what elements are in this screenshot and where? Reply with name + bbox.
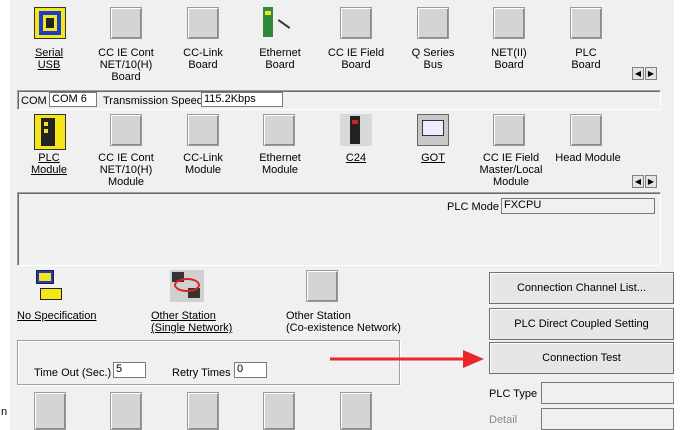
speed-label: Transmission Speed: [103, 95, 203, 107]
plc-type-field[interactable]: [541, 382, 674, 404]
c24-icon[interactable]: [340, 114, 372, 146]
blank-icon[interactable]: [263, 392, 295, 430]
retry-label: Retry Times: [172, 367, 231, 379]
blank-icon[interactable]: [340, 392, 372, 430]
pc-item-label-2[interactable]: CC-Link Board: [173, 47, 233, 71]
blank-icon[interactable]: [306, 270, 338, 302]
blank-icon[interactable]: [417, 7, 449, 39]
blank-icon[interactable]: [187, 7, 219, 39]
blank-icon[interactable]: [187, 114, 219, 146]
plc-mode-field[interactable]: FXCPU: [501, 198, 655, 214]
blank-icon[interactable]: [263, 114, 295, 146]
scroll-right-button[interactable]: ▶: [645, 67, 657, 80]
pc-item-label-5[interactable]: Q Series Bus: [403, 47, 463, 71]
plc-item-label-2[interactable]: CC-Link Module: [173, 152, 233, 176]
pc-item-label-6[interactable]: NET(II) Board: [479, 47, 539, 71]
edge-char: n: [1, 406, 8, 418]
blank-icon[interactable]: [187, 392, 219, 430]
plc-item-label-0[interactable]: PLC Module: [24, 152, 74, 176]
connection-test-button[interactable]: Connection Test: [489, 342, 674, 374]
other-station-label-1[interactable]: Other Station (Single Network): [151, 310, 251, 334]
plc-item-label-1[interactable]: CC IE Cont NET/10(H) Module: [90, 152, 162, 188]
connection-channel-list-button[interactable]: Connection Channel List...: [489, 272, 674, 304]
serial-usb-icon[interactable]: [34, 7, 66, 39]
no-specification-icon[interactable]: [34, 270, 66, 302]
red-arrow-annotation: [330, 350, 484, 368]
detail-field[interactable]: [541, 408, 674, 430]
timeout-field[interactable]: 5: [113, 362, 146, 378]
com-port-field[interactable]: COM 6: [49, 92, 97, 107]
got-icon[interactable]: [417, 114, 449, 146]
com-label: COM: [21, 95, 47, 107]
other-station-label-0[interactable]: No Specification: [17, 310, 107, 322]
pc-item-label-7[interactable]: PLC Board: [556, 47, 616, 71]
plc-module-icon[interactable]: [34, 114, 66, 150]
plc-item-label-3[interactable]: Ethernet Module: [250, 152, 310, 176]
blank-icon[interactable]: [493, 7, 525, 39]
blank-icon[interactable]: [340, 7, 372, 39]
single-network-icon[interactable]: [170, 270, 204, 302]
scroll-left-button[interactable]: ◀: [632, 175, 644, 188]
scroll-left-button[interactable]: ◀: [632, 67, 644, 80]
blank-icon[interactable]: [110, 114, 142, 146]
blank-icon[interactable]: [493, 114, 525, 146]
plc-item-label-5[interactable]: GOT: [403, 152, 463, 164]
plc-direct-coupled-setting-button[interactable]: PLC Direct Coupled Setting: [489, 308, 674, 340]
blank-icon[interactable]: [110, 7, 142, 39]
pc-item-label-1[interactable]: CC IE Cont NET/10(H) Board: [90, 47, 162, 83]
plc-item-label-4[interactable]: C24: [326, 152, 386, 164]
scroll-right-button[interactable]: ▶: [645, 175, 657, 188]
retry-field[interactable]: 0: [234, 362, 267, 378]
ethernet-board-icon[interactable]: [263, 7, 295, 39]
plc-type-label: PLC Type: [489, 388, 538, 400]
other-station-label-2[interactable]: Other Station (Co-existence Network): [286, 310, 416, 334]
plc-item-label-6[interactable]: CC IE Field Master/Local Module: [473, 152, 549, 188]
speed-field[interactable]: 115.2Kbps: [201, 92, 283, 107]
pc-item-label-4[interactable]: CC IE Field Board: [320, 47, 392, 71]
blank-icon[interactable]: [110, 392, 142, 430]
pc-item-label-3[interactable]: Ethernet Board: [250, 47, 310, 71]
blank-icon[interactable]: [570, 7, 602, 39]
blank-icon[interactable]: [34, 392, 66, 430]
plc-mode-label: PLC Mode: [447, 201, 499, 213]
blank-icon[interactable]: [570, 114, 602, 146]
plc-item-label-7[interactable]: Head Module: [552, 152, 624, 164]
pc-item-label-0[interactable]: Serial USB: [24, 47, 74, 71]
timeout-label: Time Out (Sec.): [34, 367, 112, 379]
detail-label: Detail: [489, 414, 518, 426]
